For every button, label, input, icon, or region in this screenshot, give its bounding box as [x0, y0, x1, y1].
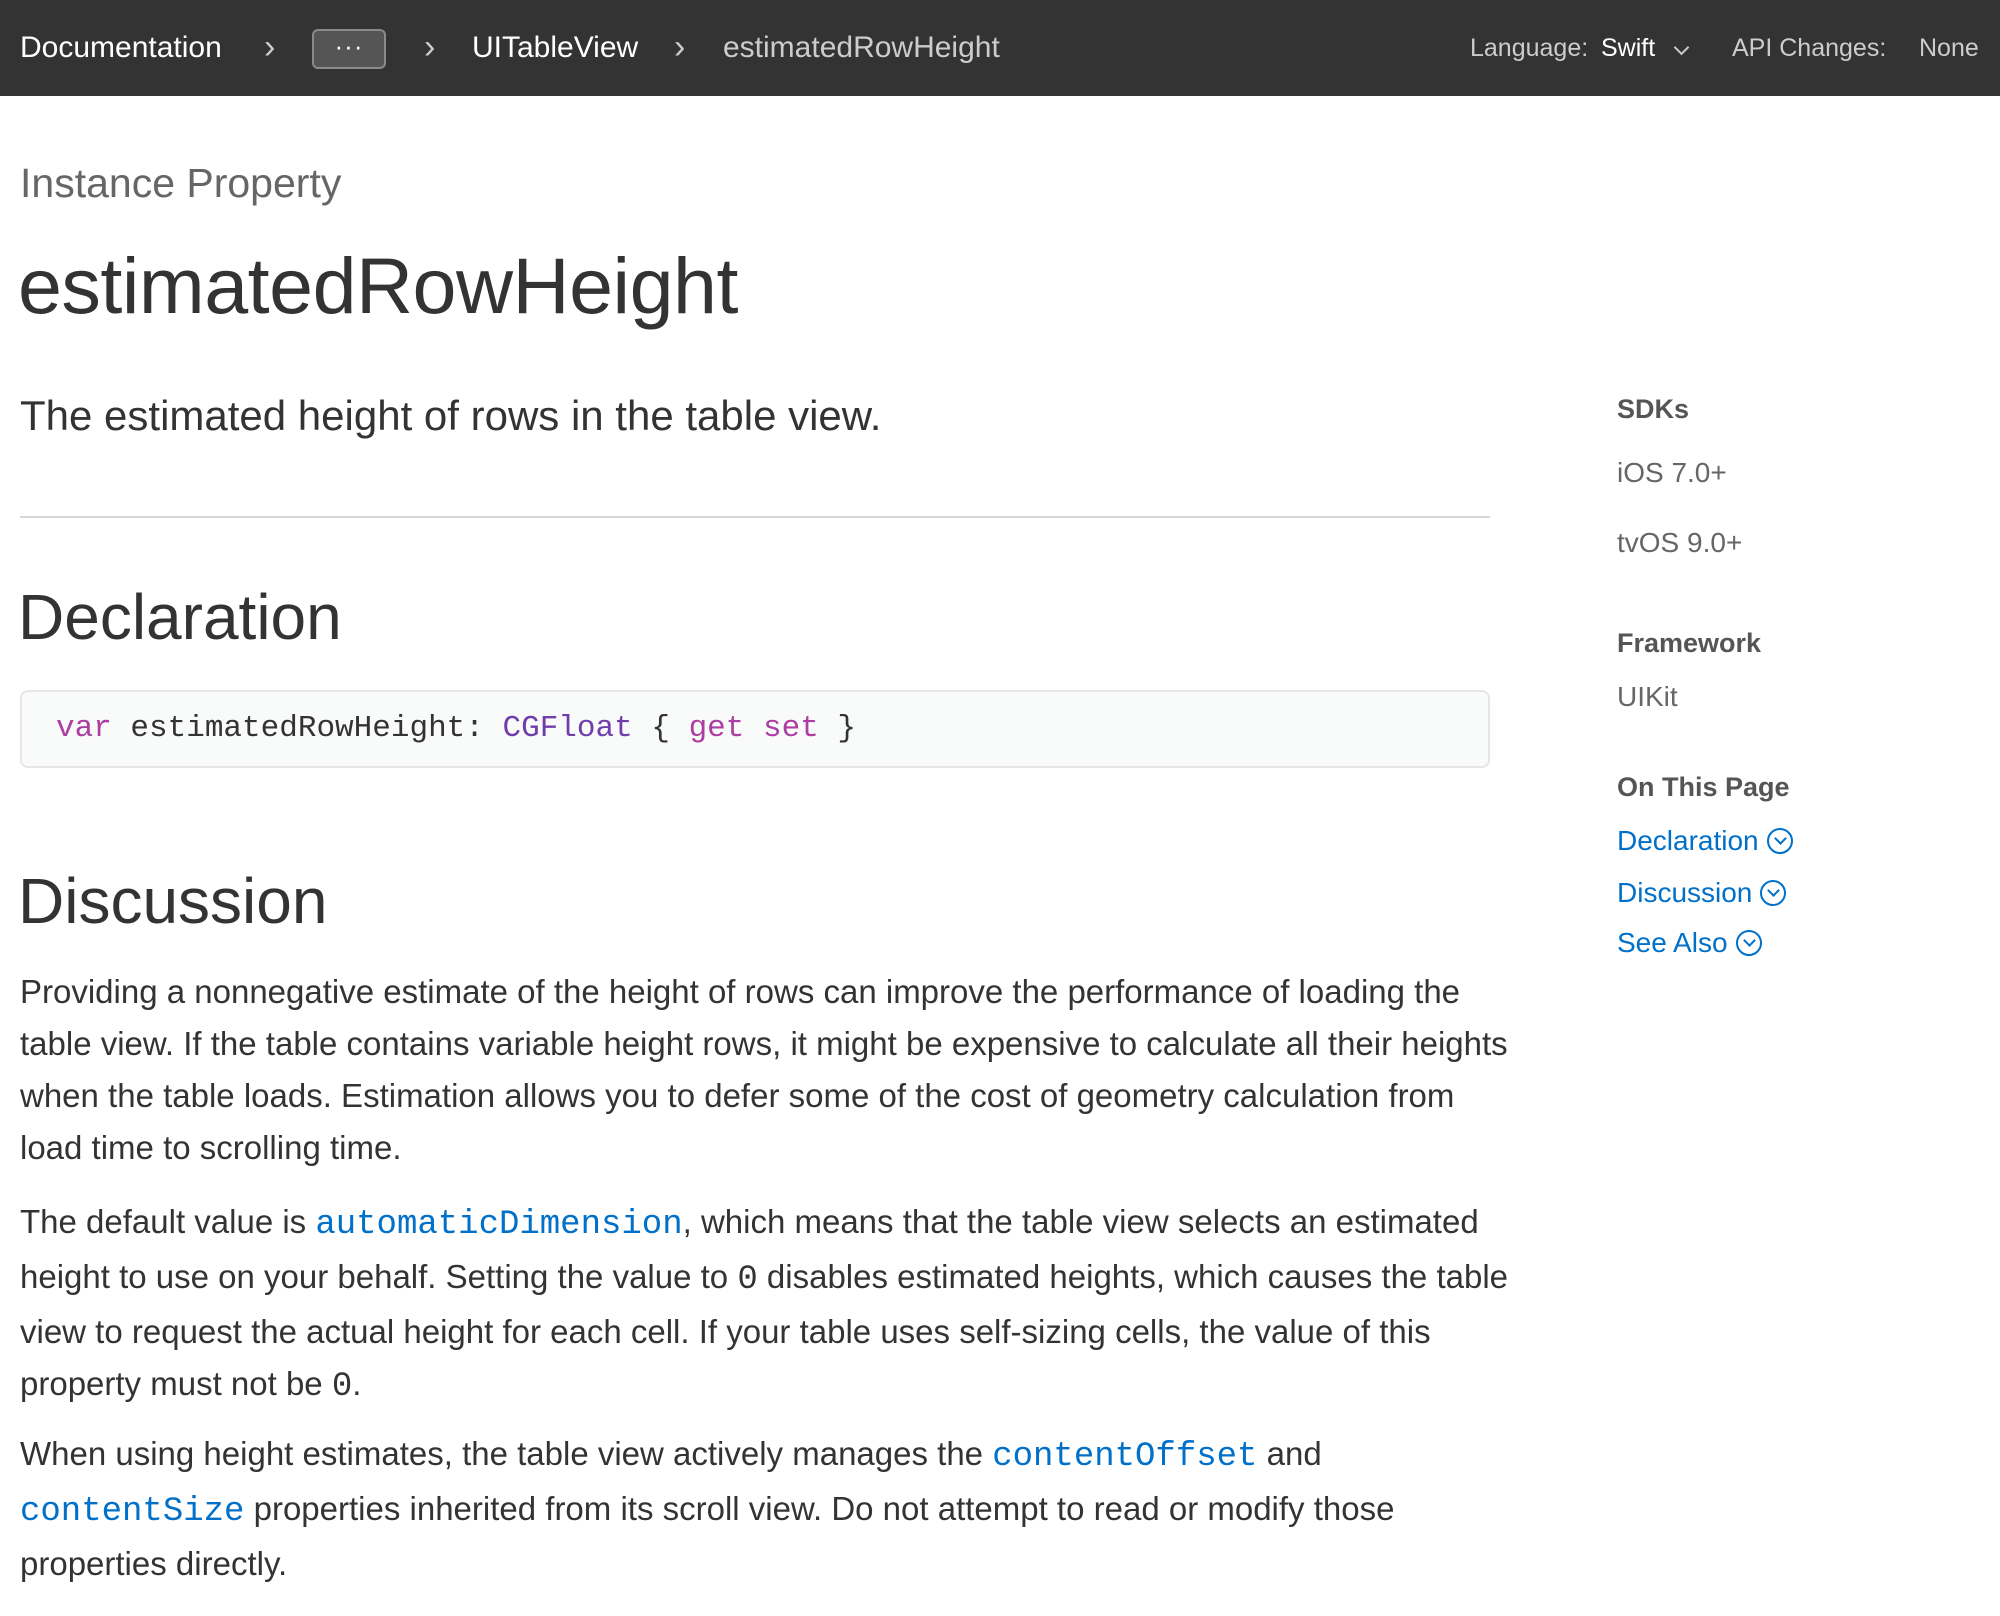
framework-heading: Framework [1617, 628, 1762, 658]
breadcrumb-current-page: estimatedRowHeight [723, 31, 1000, 64]
on-this-page-heading: On This Page [1617, 772, 1790, 802]
api-changes-select[interactable]: None [1919, 0, 1979, 96]
inline-code-zero: 0 [737, 1261, 758, 1299]
code-keyword-get: get [688, 711, 745, 746]
language-label: Language: [1470, 34, 1589, 62]
discussion-paragraph-1: Providing a nonnegative estimate of the … [20, 973, 1508, 1166]
breadcrumb-separator: › [264, 28, 276, 66]
chevron-circle-down-icon [1766, 828, 1793, 854]
page-title: estimatedRowHeight [18, 241, 738, 330]
discussion-paragraph-3: When using height estimates, the table v… [20, 1428, 1510, 1590]
language-select[interactable]: Swift [1601, 0, 1655, 96]
content-size-link[interactable]: contentSize [20, 1493, 244, 1531]
sdks-heading: SDKs [1617, 394, 1690, 424]
chevron-down-icon[interactable] [1673, 39, 1690, 56]
code-keyword-var: var [56, 711, 112, 746]
breadcrumb-overflow-button[interactable]: ··· [312, 29, 386, 69]
text-run: and [1257, 1435, 1322, 1472]
sdk-tvos: tvOS 9.0+ [1617, 527, 1743, 558]
chevron-circle-down-icon [1735, 930, 1762, 956]
inline-code-zero: 0 [331, 1368, 353, 1406]
chevron-circle-down-icon [1760, 880, 1787, 906]
api-changes-label: API Changes: [1732, 34, 1887, 62]
framework-uikit[interactable]: UIKit [1617, 681, 1678, 713]
code-keyword-set: set [762, 711, 819, 746]
link-label: See Also [1617, 927, 1728, 958]
on-this-page-declaration-link[interactable]: Declaration [1617, 825, 1793, 857]
link-label: Discussion [1617, 877, 1753, 908]
sdk-ios: iOS 7.0+ [1617, 457, 1727, 488]
breadcrumb-separator: › [424, 28, 436, 66]
on-this-page-discussion-link[interactable]: Discussion [1617, 877, 1787, 909]
content-offset-link[interactable]: contentOffset [992, 1438, 1257, 1476]
code-close-brace: } [837, 711, 857, 746]
link-label: Declaration [1617, 825, 1759, 856]
breadcrumb-separator: › [674, 28, 686, 66]
on-this-page-see-also-link[interactable]: See Also [1617, 927, 1762, 959]
text-run: . [352, 1365, 362, 1402]
discussion-paragraph-2: The default value is automaticDimension,… [20, 1196, 1510, 1413]
breadcrumb-uitableview[interactable]: UITableView [472, 0, 638, 96]
text-run: When using height estimates, the table v… [20, 1435, 993, 1472]
code-property-name: estimatedRowHeight: [130, 711, 484, 746]
divider [20, 516, 1490, 518]
discussion-heading: Discussion [18, 865, 328, 937]
declaration-code-block: var estimatedRowHeight: CGFloat { get se… [20, 690, 1490, 768]
breadcrumb-documentation[interactable]: Documentation [20, 0, 222, 96]
symbol-kind-eyebrow: Instance Property [20, 160, 342, 206]
code-type-cgfloat[interactable]: CGFloat [503, 711, 633, 746]
code-open-brace: { [651, 711, 670, 746]
declaration-heading: Declaration [18, 581, 342, 653]
automatic-dimension-link[interactable]: automaticDimension [315, 1206, 682, 1244]
top-nav-bar: Documentation › ··· › UITableView › esti… [0, 0, 2000, 96]
page-abstract: The estimated height of rows in the tabl… [20, 392, 882, 439]
text-run: The default value is [20, 1203, 316, 1240]
